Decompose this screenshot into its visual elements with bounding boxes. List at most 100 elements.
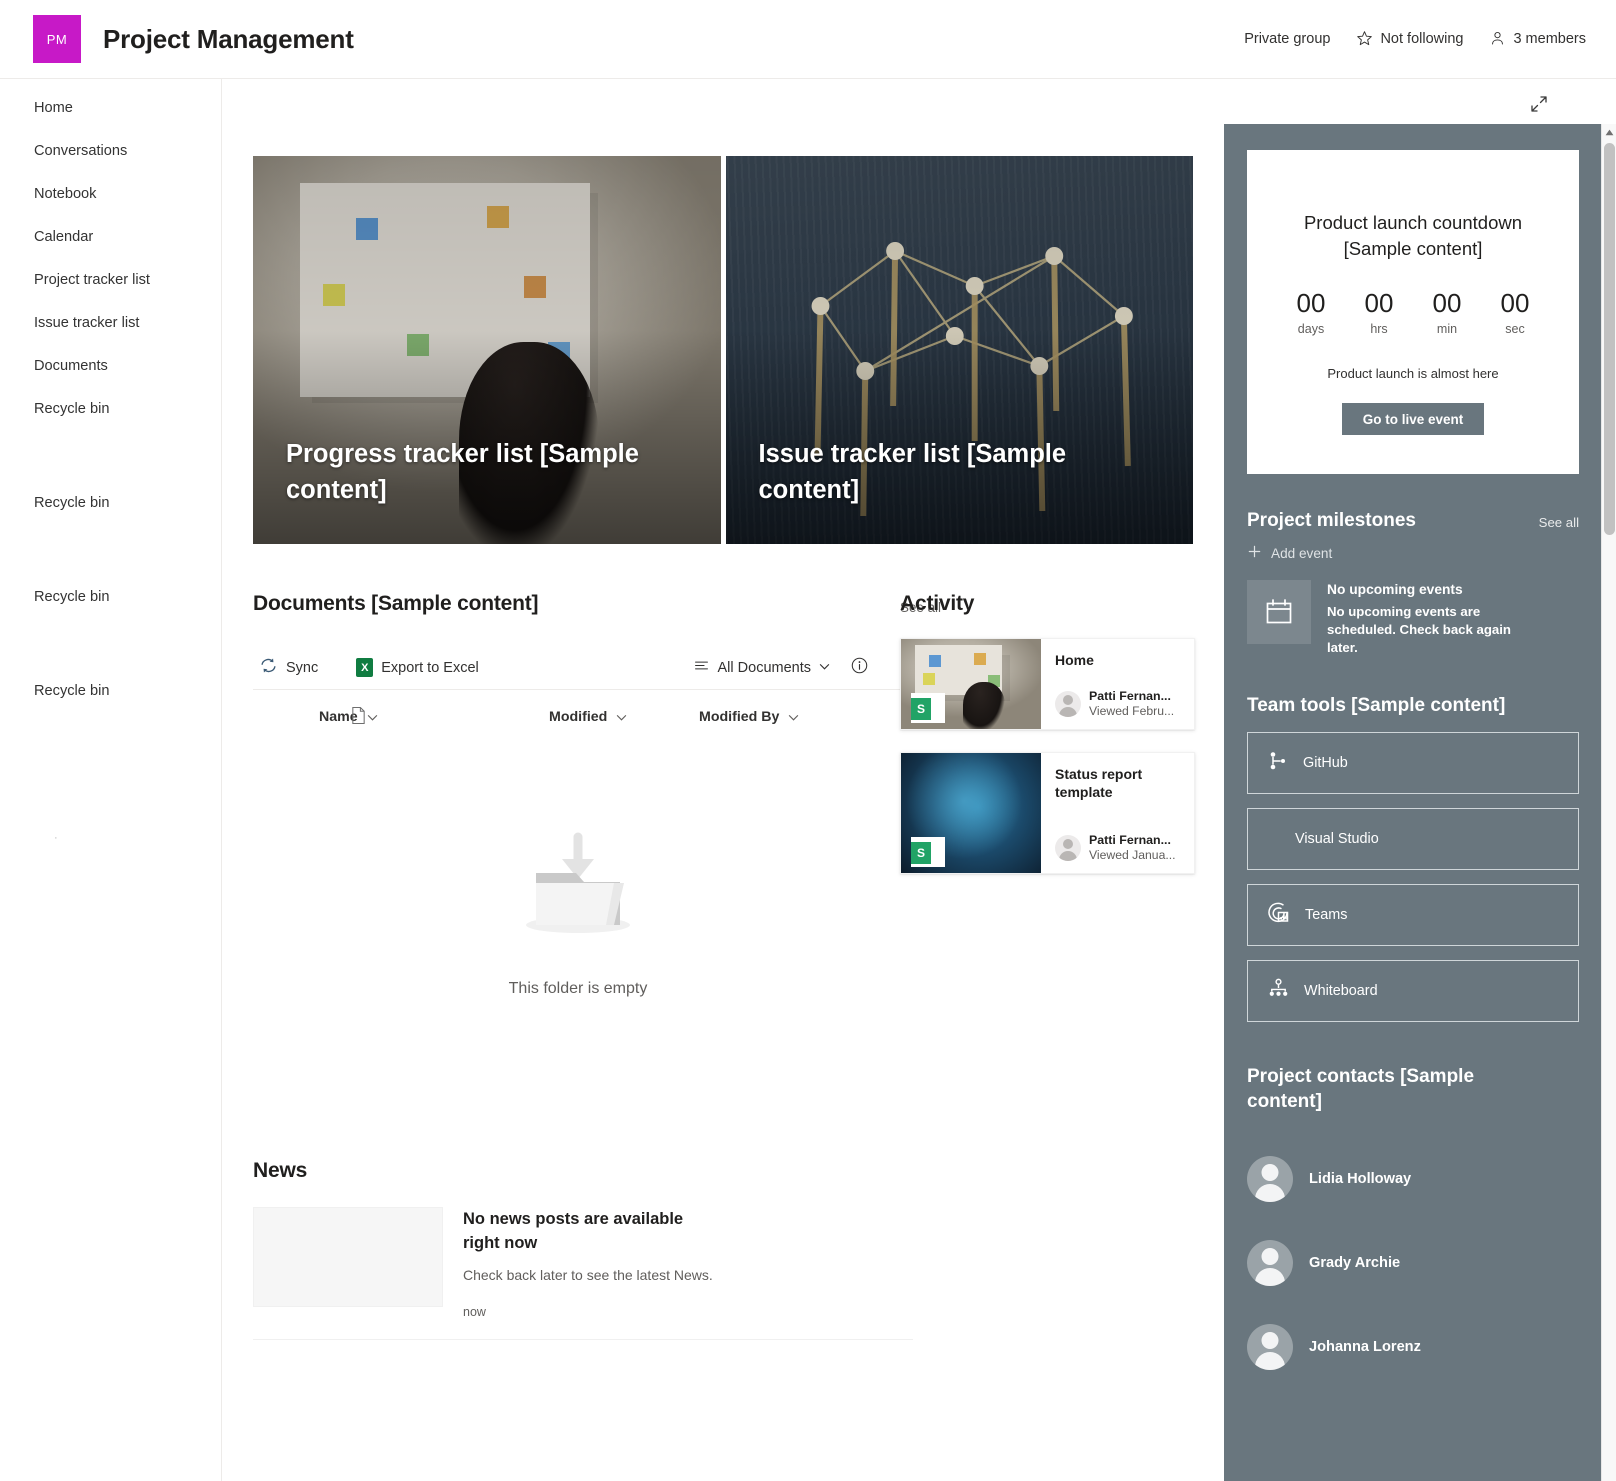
view-selector[interactable]: All Documents xyxy=(687,652,836,683)
members-button[interactable]: 3 members xyxy=(1481,26,1594,51)
sidebar-item-notebook[interactable]: Notebook xyxy=(0,173,221,216)
activity-person-name: Patti Fernan... xyxy=(1089,689,1174,704)
activity-card-status-report[interactable]: S Status report template Patti Fernan...… xyxy=(900,752,1195,874)
news-empty-state: No news posts are available right now Ch… xyxy=(253,1207,913,1319)
sidebar-item-issue-tracker-list[interactable]: Issue tracker list xyxy=(0,302,221,345)
contact-lidia-holloway[interactable]: Lidia Holloway xyxy=(1247,1156,1579,1202)
members-label: 3 members xyxy=(1513,31,1586,47)
hero-card-progress-tracker[interactable]: Progress tracker list [Sample content] xyxy=(253,156,721,544)
activity-person-action: Viewed Febru... xyxy=(1089,704,1174,719)
sidebar-item-recycle-bin-2[interactable]: Recycle bin xyxy=(0,482,221,525)
export-to-excel-button[interactable]: X Export to Excel xyxy=(350,653,485,682)
sync-label: Sync xyxy=(286,660,318,676)
news-placeholder-thumbnail xyxy=(253,1207,443,1307)
file-badge-home: S xyxy=(911,693,945,723)
header-actions: Private group Not following 3 members xyxy=(1236,26,1594,51)
contact-johanna-lorenz[interactable]: Johanna Lorenz xyxy=(1247,1324,1579,1370)
scrollbar-thumb[interactable] xyxy=(1604,143,1615,535)
right-panel: Product launch countdown [Sample content… xyxy=(1224,124,1602,1481)
sidebar-item-recycle-bin-1[interactable]: Recycle bin xyxy=(0,388,221,431)
hero-card-issue-tracker[interactable]: Issue tracker list [Sample content] xyxy=(726,156,1194,544)
site-logo[interactable]: PM xyxy=(33,15,81,63)
news-timestamp: now xyxy=(463,1305,713,1319)
contact-grady-archie[interactable]: Grady Archie xyxy=(1247,1240,1579,1286)
follow-label: Not following xyxy=(1380,31,1463,47)
countdown-hrs-label: hrs xyxy=(1356,322,1402,336)
sidebar-overflow-indicator[interactable]: · xyxy=(54,833,221,843)
news-divider xyxy=(253,1339,913,1340)
sidebar-item-recycle-bin-4[interactable]: Recycle bin xyxy=(0,670,221,713)
column-header-modified-by[interactable]: Modified By xyxy=(699,709,799,725)
page-title: Project Management xyxy=(103,24,354,55)
countdown-days-label: days xyxy=(1288,322,1334,336)
activity-thumbnail-home: S xyxy=(901,639,1041,729)
sidebar-item-conversations[interactable]: Conversations xyxy=(0,130,221,173)
sidebar-item-project-tracker-list[interactable]: Project tracker list xyxy=(0,259,221,302)
milestones-see-all-link[interactable]: See all xyxy=(1539,515,1579,533)
avatar xyxy=(1247,1324,1293,1370)
avatar xyxy=(1055,691,1081,717)
column-header-modified-by-label: Modified By xyxy=(699,709,779,725)
activity-person-name: Patti Fernan... xyxy=(1089,833,1176,848)
column-header-modified[interactable]: Modified xyxy=(549,709,699,725)
contact-name: Grady Archie xyxy=(1309,1255,1400,1271)
milestones-empty-body: No upcoming events are scheduled. Check … xyxy=(1327,603,1542,657)
activity-thumbnail-status-report: S xyxy=(901,753,1041,873)
countdown-values: 00 days 00 hrs 00 min 00 sec xyxy=(1247,288,1579,336)
activity-item-title: Home xyxy=(1055,651,1184,669)
page-scrollbar[interactable] xyxy=(1601,124,1616,1481)
privacy-label: Private group xyxy=(1236,27,1338,51)
team-tool-whiteboard-label: Whiteboard xyxy=(1304,983,1378,999)
activity-card-home[interactable]: S Home Patti Fernan... Viewed Febru... xyxy=(900,638,1195,730)
column-header-modified-label: Modified xyxy=(549,709,607,725)
file-type-icon[interactable] xyxy=(350,706,367,729)
documents-header: Documents [Sample content] See all xyxy=(253,592,903,630)
branch-icon xyxy=(1267,750,1289,777)
avatar xyxy=(1055,835,1081,861)
expand-icon[interactable] xyxy=(1526,91,1552,117)
plus-icon xyxy=(1247,544,1262,562)
hero-webpart: Progress tracker list [Sample content] xyxy=(253,156,1193,544)
team-tool-github[interactable]: GitHub xyxy=(1247,732,1579,794)
follow-button[interactable]: Not following xyxy=(1348,26,1471,51)
hero-title-issue: Issue tracker list [Sample content] xyxy=(759,436,1150,508)
team-tool-visual-studio-label: Visual Studio xyxy=(1295,831,1379,847)
countdown-unit-sec: 00 sec xyxy=(1492,288,1538,336)
documents-view-controls: All Documents xyxy=(687,652,869,683)
team-tool-teams[interactable]: Teams xyxy=(1247,884,1579,946)
sidebar-item-calendar[interactable]: Calendar xyxy=(0,216,221,259)
scroll-up-arrow-icon[interactable] xyxy=(1602,124,1616,141)
documents-empty-state: This folder is empty xyxy=(253,744,903,1074)
documents-toolbar: Sync X Export to Excel All Documents xyxy=(253,646,903,690)
sharepoint-badge-letter: S xyxy=(911,842,931,864)
go-to-live-event-button[interactable]: Go to live event xyxy=(1342,403,1484,435)
sidebar-item-home[interactable]: Home xyxy=(0,87,221,130)
milestones-empty-heading: No upcoming events xyxy=(1327,580,1542,600)
documents-title: Documents [Sample content] xyxy=(253,592,903,616)
view-label: All Documents xyxy=(718,660,811,676)
empty-folder-icon xyxy=(512,821,644,946)
hero-title-progress: Progress tracker list [Sample content] xyxy=(286,436,677,508)
export-to-excel-label: Export to Excel xyxy=(381,660,479,676)
milestones-header: Project milestones See all xyxy=(1247,508,1579,533)
activity-person-home: Patti Fernan... Viewed Febru... xyxy=(1055,689,1174,719)
news-webpart: News No news posts are available right n… xyxy=(253,1159,913,1319)
team-tools-title: Team tools [Sample content] xyxy=(1247,693,1579,718)
add-event-button[interactable]: Add event xyxy=(1247,544,1579,562)
countdown-sec-value: 00 xyxy=(1492,288,1538,318)
team-tool-teams-label: Teams xyxy=(1305,907,1347,923)
team-tool-whiteboard[interactable]: Whiteboard xyxy=(1247,960,1579,1022)
file-badge-status-report: S xyxy=(911,837,945,867)
countdown-hrs-value: 00 xyxy=(1356,288,1402,318)
milestones-empty-state: No upcoming events No upcoming events ar… xyxy=(1247,580,1579,657)
info-icon[interactable] xyxy=(850,656,869,680)
sidebar-item-documents[interactable]: Documents xyxy=(0,345,221,388)
star-icon xyxy=(1356,30,1373,47)
documents-empty-text: This folder is empty xyxy=(509,980,648,998)
sync-button[interactable]: Sync xyxy=(253,651,324,684)
team-tool-github-label: GitHub xyxy=(1303,755,1348,771)
sidebar-item-recycle-bin-3[interactable]: Recycle bin xyxy=(0,576,221,619)
team-tool-visual-studio[interactable]: Visual Studio xyxy=(1247,808,1579,870)
countdown-unit-hrs: 00 hrs xyxy=(1356,288,1402,336)
news-empty-sub: Check back later to see the latest News. xyxy=(463,1267,713,1283)
